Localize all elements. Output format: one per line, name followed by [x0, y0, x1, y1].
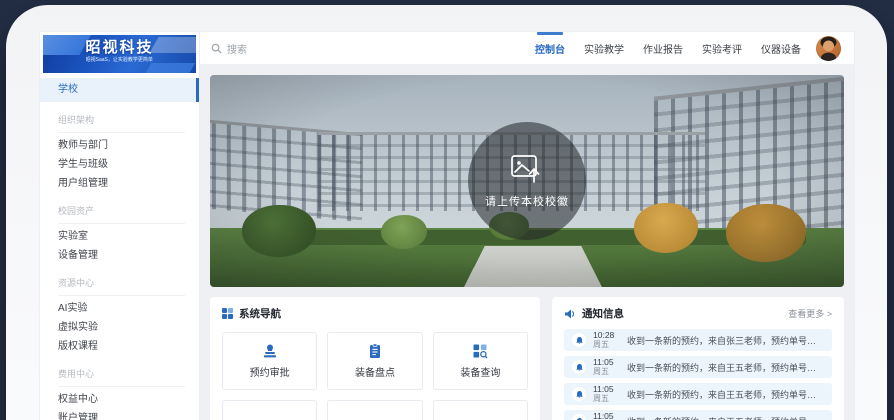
brand-name: 昭视科技: [85, 40, 153, 55]
nav-card-inventory[interactable]: 装备盘点: [327, 332, 422, 390]
sidebar: 昭视科技 昭视SaaS，让实验教学更简单 学校 组织架构 教师与部门 学生与班级…: [40, 32, 200, 420]
sidebar-item-user-groups[interactable]: 用户组管理: [40, 174, 199, 193]
notice-panel: 通知信息 查看更多 > 10:28 周五: [552, 297, 844, 420]
sidebar-item-benefits-center[interactable]: 权益中心: [40, 390, 199, 409]
top-nav-tabs: 控制台 实验教学 作业报告 实验考评 仪器设备: [535, 32, 801, 64]
speaker-icon: [564, 308, 576, 320]
notice-time: 11:05 周五: [593, 385, 620, 404]
bell-icon: [572, 414, 586, 420]
sidebar-group-title: 组织架构: [58, 113, 185, 133]
sidebar-item-teachers-departments[interactable]: 教师与部门: [40, 136, 199, 155]
notice-item[interactable]: 10:28 周五 收到一条新的预约，来自张三老师，预约单号为：Y-0044，请尽…: [564, 329, 832, 351]
bell-icon: [572, 387, 586, 401]
notice-item[interactable]: 11:05 周五 收到一条新的预约，来自王五老师，预约单号为：Y-0056，请尽…: [564, 383, 832, 405]
campus-photo-banner: 请上传本校校徽: [210, 75, 844, 287]
system-nav-title: 系统导航: [239, 306, 281, 321]
sidebar-item-ai-experiment[interactable]: AI实验: [40, 299, 199, 318]
system-nav-grid: 预约审批 装备盘点: [222, 332, 528, 420]
nav-card-cutoff[interactable]: [327, 400, 422, 420]
notice-list: 10:28 周五 收到一条新的预约，来自张三老师，预约单号为：Y-0044，请尽…: [564, 329, 832, 420]
nav-card-cutoff[interactable]: [222, 400, 317, 420]
system-nav-header: 系统导航: [222, 306, 528, 321]
sidebar-group-title: 校园资产: [58, 204, 185, 224]
tab-homework-reports[interactable]: 作业报告: [643, 32, 683, 64]
bell-icon: [572, 360, 586, 374]
stamp-icon: [262, 343, 278, 359]
tab-experiment-teaching[interactable]: 实验教学: [584, 32, 624, 64]
content-area: 请上传本校校徽 系统导航: [200, 65, 854, 420]
clipboard-icon: [367, 343, 383, 359]
bottom-panels: 系统导航 预约审批: [210, 297, 844, 420]
nav-card-label: 装备查询: [460, 364, 500, 379]
main-area: 搜索 控制台 实验教学 作业报告 实验考评 仪器设备: [200, 32, 854, 420]
nav-card-label: 预约审批: [250, 364, 290, 379]
tab-console[interactable]: 控制台: [535, 32, 565, 64]
notice-title: 通知信息: [582, 306, 624, 321]
notice-text: 收到一条新的预约，来自王五老师，预约单号为：Y-0056，请尽快处理。: [627, 388, 824, 401]
search-placeholder: 搜索: [227, 41, 247, 56]
notice-item[interactable]: 11:05 周五 收到一条新的预约，来自王五老师，预约单号为：Y-0056，请尽…: [564, 356, 832, 378]
topbar: 搜索 控制台 实验教学 作业报告 实验考评 仪器设备: [200, 32, 854, 65]
upload-badge-label: 请上传本校校徽: [485, 193, 569, 209]
nav-card-approval[interactable]: 预约审批: [222, 332, 317, 390]
sidebar-item-labs[interactable]: 实验室: [40, 227, 199, 246]
user-avatar[interactable]: [816, 36, 841, 61]
logo-decor: [149, 37, 196, 53]
bell-icon: [572, 333, 586, 347]
search-icon: [211, 43, 222, 54]
tab-instruments[interactable]: 仪器设备: [761, 32, 801, 64]
notice-time: 11:05 周五: [593, 358, 620, 377]
brand-logo: 昭视科技 昭视SaaS，让实验教学更简单: [43, 35, 196, 73]
brand-tagline: 昭视SaaS，让实验教学更简单: [86, 56, 153, 63]
notice-header: 通知信息 查看更多 >: [564, 306, 832, 321]
notice-time: 10:28 周五: [593, 331, 620, 350]
view-more-link[interactable]: 查看更多 >: [788, 307, 832, 320]
nav-card-query[interactable]: 装备查询: [433, 332, 528, 390]
notice-text: 收到一条新的预约，来自王五老师，预约单号为：Y-0056，请尽快处理。: [627, 361, 824, 374]
grid-search-icon: [472, 343, 488, 359]
nav-card-cutoff[interactable]: [433, 400, 528, 420]
notice-item[interactable]: 11:05 周五 收到一条新的预约，来自王五老师，预约单号为：Y-0056，请尽…: [564, 410, 832, 420]
app-frame: 昭视科技 昭视SaaS，让实验教学更简单 学校 组织架构 教师与部门 学生与班级…: [40, 32, 854, 420]
notice-text: 收到一条新的预约，来自王五老师，预约单号为：Y-0056，请尽快处理。: [627, 415, 824, 420]
tab-experiment-assessment[interactable]: 实验考评: [702, 32, 742, 64]
nav-card-label: 装备盘点: [355, 364, 395, 379]
sidebar-item-equipment-mgmt[interactable]: 设备管理: [40, 246, 199, 265]
notice-time: 11:05 周五: [593, 412, 620, 420]
logo-decor: [141, 63, 195, 73]
sidebar-item-students-classes[interactable]: 学生与班级: [40, 155, 199, 174]
sidebar-item-virtual-experiment[interactable]: 虚拟实验: [40, 318, 199, 337]
system-nav-panel: 系统导航 预约审批: [210, 297, 540, 420]
notice-text: 收到一条新的预约，来自张三老师，预约单号为：Y-0044，请尽快处理。: [627, 334, 824, 347]
sidebar-group-title: 资源中心: [58, 276, 185, 296]
upload-badge-button[interactable]: 请上传本校校徽: [468, 122, 586, 240]
grid-icon: [222, 308, 233, 319]
search-input[interactable]: 搜索: [211, 41, 247, 56]
sidebar-item-school-active[interactable]: 学校: [40, 78, 199, 102]
sidebar-item-licensed-courses[interactable]: 版权课程: [40, 337, 199, 356]
sidebar-item-account-mgmt[interactable]: 账户管理: [40, 409, 199, 420]
app-window-card: 昭视科技 昭视SaaS，让实验教学更简单 学校 组织架构 教师与部门 学生与班级…: [6, 5, 887, 420]
sidebar-group-title: 费用中心: [58, 367, 185, 387]
image-upload-icon: [510, 154, 544, 184]
